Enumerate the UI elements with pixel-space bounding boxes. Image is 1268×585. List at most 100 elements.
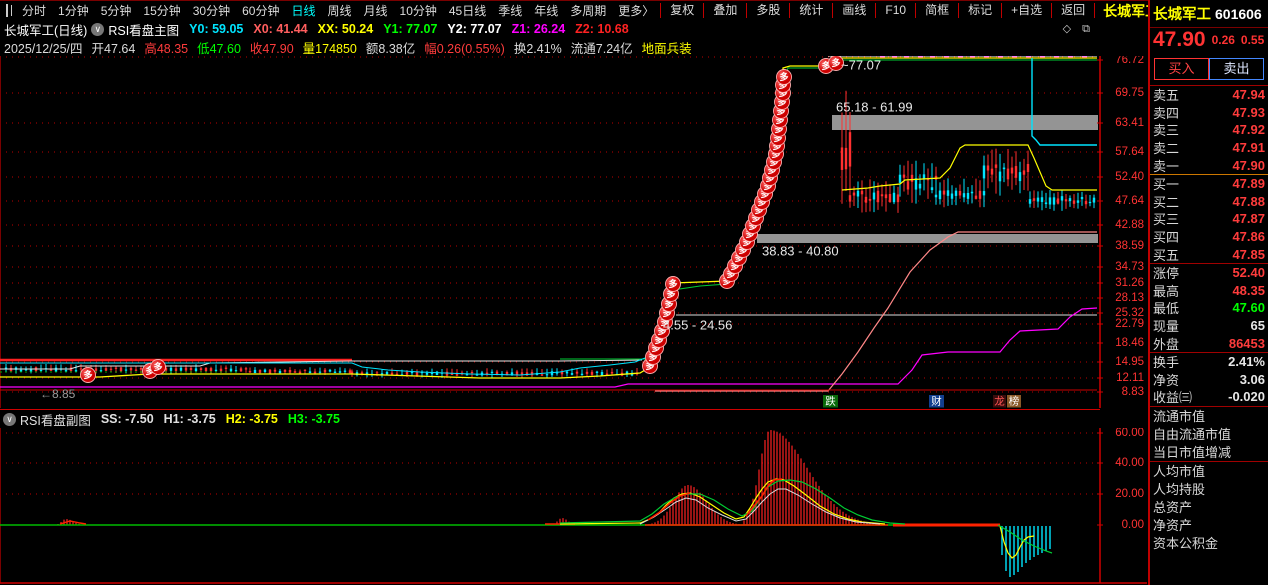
hot-list-tag[interactable]: 龙 xyxy=(994,395,1005,408)
period-tab[interactable]: 季线 xyxy=(492,4,528,18)
stat-row: 外盘86453 xyxy=(1150,334,1268,352)
info-item: 额8.38亿 xyxy=(366,38,415,56)
period-tab[interactable]: 60分钟 xyxy=(236,4,285,18)
fundamental-row: 人均持股 xyxy=(1150,480,1268,498)
y-axis-label: 57.64 xyxy=(1115,146,1144,158)
period-tab[interactable]: 45日线 xyxy=(443,4,492,18)
sell-quote-row[interactable]: 卖一47.90 xyxy=(1150,156,1268,174)
period-tab[interactable]: 年线 xyxy=(528,4,564,18)
price-row: 47.90 0.26 0.55 xyxy=(1150,28,1268,52)
info-item: 地面兵装 xyxy=(642,38,692,56)
toolbar-action[interactable]: 画线 xyxy=(832,3,875,18)
sell-quote-row[interactable]: 卖二47.91 xyxy=(1150,139,1268,157)
info-item: 流通7.24亿 xyxy=(571,38,633,56)
indicator-name: RSI看盘主图 xyxy=(108,20,179,38)
period-tab[interactable]: 月线 xyxy=(358,4,394,18)
buy-quote-row[interactable]: 买五47.85 xyxy=(1150,245,1268,263)
buy-quote-row[interactable]: 买二47.88 xyxy=(1150,193,1268,211)
hot-list-tag[interactable]: 财 xyxy=(931,395,942,408)
y-axis-label: 8.83 xyxy=(1122,386,1144,398)
buy-quotes: 买一47.89买二47.88买三47.87买四47.86买五47.85 xyxy=(1150,175,1268,263)
buy-quote-row[interactable]: 买一47.89 xyxy=(1150,175,1268,193)
sell-button[interactable]: 卖出 xyxy=(1209,58,1264,80)
chart-annotation: ←8.85 xyxy=(40,387,76,401)
buy-button[interactable]: 买入 xyxy=(1154,58,1209,80)
sub-chart-canvas[interactable]: 60.0040.0020.000.00 xyxy=(0,428,1148,585)
chart-title: 长城军工(日线) xyxy=(4,20,87,38)
toolbar-action[interactable]: +自选 xyxy=(1001,3,1051,18)
toolbar-action[interactable]: F10 xyxy=(875,3,915,18)
indicator-value: Y1: 77.07 xyxy=(383,22,437,36)
layout-split-icon[interactable] xyxy=(6,4,8,17)
hot-list-tag[interactable]: 榜 xyxy=(1009,395,1020,408)
toolbar-action[interactable]: 返回 xyxy=(1051,3,1095,18)
buy-quote-row[interactable]: 买三47.87 xyxy=(1150,210,1268,228)
period-tab[interactable]: 更多〉 xyxy=(612,4,660,18)
fundamental-row: 自由流通市值 xyxy=(1150,425,1268,443)
trading-terminal: 分时1分钟5分钟15分钟30分钟60分钟日线周线月线10分钟45日线季线年线多周… xyxy=(0,0,1268,585)
stat-row: 现量65 xyxy=(1150,317,1268,335)
stat-row: 净资3.06 xyxy=(1150,371,1268,389)
bull-signal-badge: 多 xyxy=(153,361,162,372)
indicator-value: Y0: 59.05 xyxy=(189,22,243,36)
stock-code: 601606 xyxy=(1215,6,1262,22)
bull-signal-badge: 多 xyxy=(831,57,840,68)
toolbar-action[interactable]: 复权 xyxy=(660,3,703,18)
trade-buttons: 买入 卖出 xyxy=(1150,52,1268,85)
main-indicator-header: 长城军工(日线) ∨ RSI看盘主图 Y0: 59.05X0: 41.44XX:… xyxy=(0,20,1100,38)
indicator-value: Z2: 10.68 xyxy=(575,22,629,36)
stat-row: 最高48.35 xyxy=(1150,282,1268,300)
sell-quote-row[interactable]: 卖三47.92 xyxy=(1150,121,1268,139)
stock-name: 长城军工 xyxy=(1153,3,1211,24)
period-tab[interactable]: 分时 xyxy=(16,4,52,18)
period-tab[interactable]: 10分钟 xyxy=(394,4,443,18)
indicator-value: Z1: 26.24 xyxy=(512,22,566,36)
y-axis-label: 47.64 xyxy=(1115,195,1144,207)
toolbar-action[interactable]: 叠加 xyxy=(703,3,746,18)
sell-quotes: 卖五47.94卖四47.93卖三47.92卖二47.91卖一47.90 xyxy=(1150,86,1268,174)
info-item: 2025/12/25/四 xyxy=(4,38,83,56)
y-axis-label: 42.88 xyxy=(1115,219,1144,231)
quote-panel: 长城军工 601606 47.90 0.26 0.55 买入 卖出 卖五47.9… xyxy=(1148,0,1268,585)
bull-signal-badge: 多 xyxy=(83,369,92,380)
toolbar-actions: 复权叠加多股统计画线F10简框标记+自选返回 xyxy=(660,1,1095,20)
sub-indicator-value: H1: -3.75 xyxy=(164,412,216,426)
bull-signal-badge: 多 xyxy=(668,278,677,289)
chevron-down-icon[interactable]: ∨ xyxy=(91,23,104,36)
fundamental-row: 流通市值 xyxy=(1150,407,1268,425)
fundamental-row: 总资产 xyxy=(1150,498,1268,516)
sell-quote-row[interactable]: 卖五47.94 xyxy=(1150,86,1268,104)
info-item: 低47.60 xyxy=(197,38,241,56)
main-chart-canvas[interactable]: 76.7269.7563.4157.6452.4047.6442.8838.59… xyxy=(0,56,1148,408)
toolbar-action[interactable]: 多股 xyxy=(746,3,789,18)
sub-indicator-value: H3: -3.75 xyxy=(288,412,340,426)
y-axis-label: 34.73 xyxy=(1115,261,1144,273)
period-tab[interactable]: 15分钟 xyxy=(137,4,186,18)
window-corner-icons[interactable]: ◇ ⧉ xyxy=(1063,22,1094,36)
y-axis-label: 28.13 xyxy=(1115,292,1144,304)
stat-row: 收益㈢-0.020 xyxy=(1150,388,1268,406)
toolbar-action[interactable]: 统计 xyxy=(789,3,832,18)
sell-quote-row[interactable]: 卖四47.93 xyxy=(1150,104,1268,122)
period-tab[interactable]: 30分钟 xyxy=(187,4,236,18)
market-cap-section: 流通市值自由流通市值当日市值增减 xyxy=(1150,407,1268,461)
fundamentals-section: 人均市值人均持股总资产净资产资本公积金 xyxy=(1150,462,1268,552)
period-tab[interactable]: 日线 xyxy=(285,4,321,18)
toolbar-action[interactable]: 标记 xyxy=(958,3,1001,18)
last-price: 47.90 xyxy=(1153,28,1206,52)
y-axis-label: 14.95 xyxy=(1115,356,1144,368)
top-toolbar: 分时1分钟5分钟15分钟30分钟60分钟日线周线月线10分钟45日线季线年线多周… xyxy=(0,0,1148,20)
toolbar-action[interactable]: 简框 xyxy=(915,3,958,18)
period-tab[interactable]: 5分钟 xyxy=(95,4,138,18)
chevron-down-icon[interactable]: ∨ xyxy=(3,413,16,426)
hot-list-tag[interactable]: 跌 xyxy=(825,395,836,408)
period-tab[interactable]: 周线 xyxy=(321,4,357,18)
period-tab[interactable]: 1分钟 xyxy=(52,4,95,18)
stat-row: 涨停52.40 xyxy=(1150,264,1268,282)
y-axis-label: 22.79 xyxy=(1115,318,1144,330)
buy-quote-row[interactable]: 买四47.86 xyxy=(1150,228,1268,246)
stats-section-2: 换手2.41%净资3.06收益㈢-0.020 xyxy=(1150,353,1268,406)
indicator-value: Y2: 77.07 xyxy=(447,22,501,36)
period-tab[interactable]: 多周期 xyxy=(564,4,612,18)
price-change: 0.26 xyxy=(1212,33,1235,47)
